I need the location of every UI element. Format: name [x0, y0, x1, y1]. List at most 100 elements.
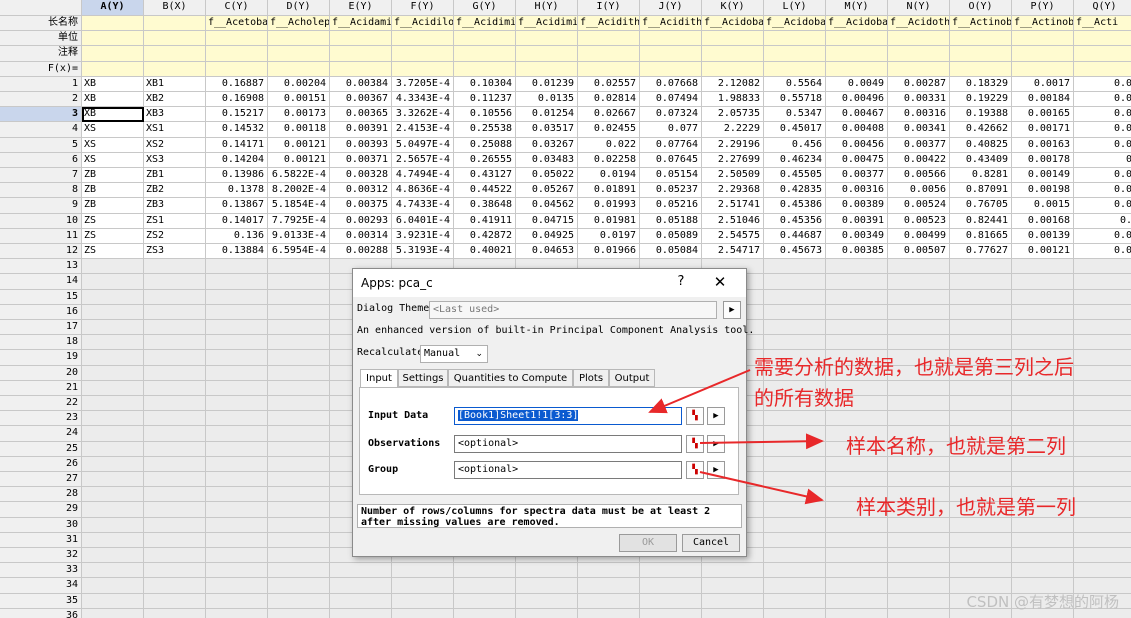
meta-cell[interactable] — [950, 46, 1012, 62]
table-cell[interactable] — [888, 320, 950, 336]
column-header[interactable]: M(Y) — [826, 0, 888, 16]
table-cell[interactable] — [268, 259, 330, 275]
tab-input[interactable]: Input — [360, 369, 398, 388]
table-cell[interactable]: 0.02557 — [578, 76, 640, 92]
table-cell[interactable] — [1074, 563, 1131, 579]
row-header[interactable]: 16 — [0, 304, 82, 320]
table-cell[interactable]: 0.02455 — [578, 122, 640, 138]
table-cell[interactable] — [1074, 396, 1131, 412]
table-cell[interactable]: 0.00391 — [826, 213, 888, 229]
table-cell[interactable]: 3.7205E-4 — [392, 76, 454, 92]
table-cell[interactable] — [206, 487, 268, 503]
table-cell[interactable]: 0.11237 — [454, 92, 516, 108]
table-cell[interactable] — [888, 593, 950, 609]
table-cell[interactable]: 0.8281 — [950, 168, 1012, 184]
table-cell[interactable] — [702, 608, 764, 618]
table-cell[interactable]: 0.02667 — [578, 107, 640, 123]
row-header[interactable]: 19 — [0, 350, 82, 366]
table-cell[interactable]: 0.01891 — [578, 183, 640, 199]
table-cell[interactable] — [950, 274, 1012, 290]
table-cell[interactable] — [268, 335, 330, 351]
table-cell[interactable] — [764, 259, 826, 275]
table-cell[interactable]: 0.40825 — [950, 137, 1012, 153]
table-cell[interactable]: 0.00499 — [888, 228, 950, 244]
table-cell[interactable]: 4.7494E-4 — [392, 168, 454, 184]
table-cell[interactable]: 0.0056 — [888, 183, 950, 199]
table-cell[interactable] — [206, 380, 268, 396]
table-cell[interactable]: 0.0 — [1074, 168, 1131, 184]
meta-cell[interactable] — [454, 46, 516, 62]
meta-cell[interactable] — [578, 61, 640, 77]
range-picker-icon[interactable]: ▚ — [686, 461, 704, 479]
table-cell[interactable]: 5.1854E-4 — [268, 198, 330, 214]
meta-cell[interactable] — [330, 31, 392, 47]
table-cell[interactable] — [392, 563, 454, 579]
table-cell[interactable] — [206, 441, 268, 457]
table-cell[interactable] — [888, 289, 950, 305]
table-cell[interactable] — [826, 320, 888, 336]
meta-cell[interactable] — [702, 46, 764, 62]
table-cell[interactable] — [950, 335, 1012, 351]
table-cell[interactable]: 0.04562 — [516, 198, 578, 214]
long-name-cell[interactable]: f__Actinob — [950, 16, 1012, 32]
table-cell[interactable]: 0.0 — [1074, 244, 1131, 260]
table-cell[interactable] — [950, 456, 1012, 472]
table-cell[interactable]: 2.54575 — [702, 228, 764, 244]
table-cell[interactable] — [206, 350, 268, 366]
column-header[interactable]: E(Y) — [330, 0, 392, 16]
table-cell[interactable]: 0.00173 — [268, 107, 330, 123]
table-cell[interactable]: ZB — [82, 198, 144, 214]
table-cell[interactable] — [144, 396, 206, 412]
table-cell[interactable]: 0.00385 — [826, 244, 888, 260]
table-cell[interactable] — [826, 532, 888, 548]
table-cell[interactable] — [764, 472, 826, 488]
table-cell[interactable]: 0.87091 — [950, 183, 1012, 199]
column-header[interactable]: A(Y) — [82, 0, 144, 16]
row-header[interactable]: 31 — [0, 532, 82, 548]
row-header[interactable]: 11 — [0, 228, 82, 244]
long-name-cell[interactable]: f__Acidoba — [826, 16, 888, 32]
table-cell[interactable] — [268, 593, 330, 609]
meta-cell[interactable] — [144, 31, 206, 47]
table-cell[interactable] — [330, 563, 392, 579]
cancel-button[interactable]: Cancel — [682, 534, 740, 552]
table-cell[interactable] — [764, 578, 826, 594]
table-cell[interactable]: 0.0 — [1074, 92, 1131, 108]
table-cell[interactable]: 2.27699 — [702, 152, 764, 168]
table-cell[interactable] — [826, 335, 888, 351]
table-cell[interactable] — [950, 320, 1012, 336]
table-cell[interactable]: 5.0497E-4 — [392, 137, 454, 153]
meta-cell[interactable] — [578, 31, 640, 47]
table-cell[interactable]: ZB — [82, 183, 144, 199]
table-cell[interactable] — [82, 472, 144, 488]
table-cell[interactable]: 0.5347 — [764, 107, 826, 123]
table-cell[interactable] — [268, 320, 330, 336]
long-name-cell[interactable]: f__Acidoba — [764, 16, 826, 32]
table-cell[interactable] — [144, 502, 206, 518]
table-cell[interactable] — [516, 593, 578, 609]
table-cell[interactable] — [640, 593, 702, 609]
table-cell[interactable] — [764, 563, 826, 579]
meta-cell[interactable] — [392, 61, 454, 77]
meta-cell[interactable] — [1074, 61, 1131, 77]
observations-menu-arrow-icon[interactable]: ▶ — [707, 435, 725, 453]
table-cell[interactable] — [578, 578, 640, 594]
table-cell[interactable] — [144, 274, 206, 290]
column-header[interactable]: I(Y) — [578, 0, 640, 16]
table-cell[interactable] — [764, 593, 826, 609]
table-cell[interactable] — [206, 304, 268, 320]
table-cell[interactable]: 0.00121 — [1012, 244, 1074, 260]
long-name-cell[interactable] — [82, 16, 144, 32]
table-cell[interactable] — [330, 578, 392, 594]
table-cell[interactable] — [1074, 441, 1131, 457]
table-cell[interactable]: 0.02258 — [578, 152, 640, 168]
meta-cell[interactable] — [1074, 46, 1131, 62]
table-cell[interactable]: 0.0015 — [1012, 198, 1074, 214]
tab-plots[interactable]: Plots — [573, 369, 609, 387]
table-cell[interactable]: XB — [82, 76, 144, 92]
meta-cell[interactable] — [330, 46, 392, 62]
meta-cell[interactable] — [1012, 31, 1074, 47]
table-cell[interactable] — [206, 365, 268, 381]
table-cell[interactable] — [268, 548, 330, 564]
table-cell[interactable] — [1012, 259, 1074, 275]
